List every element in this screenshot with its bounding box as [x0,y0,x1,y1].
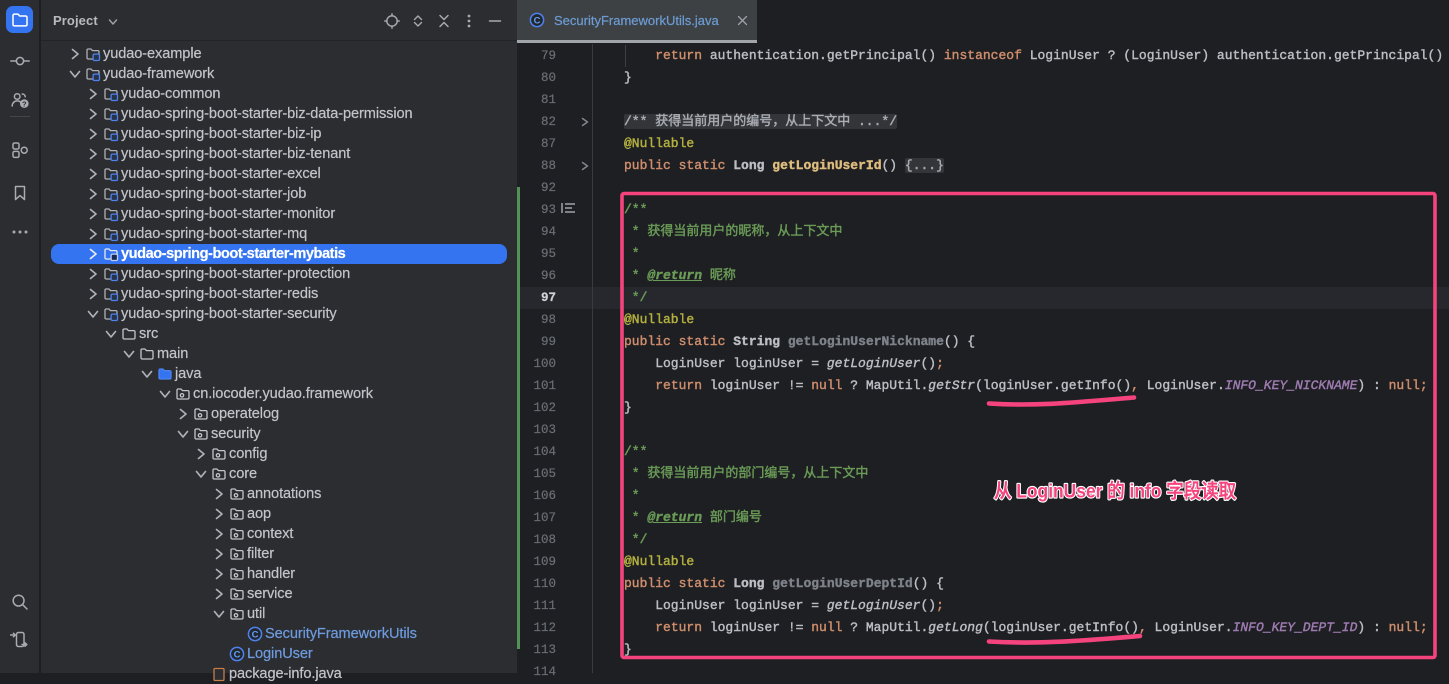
svg-text:从 LoginUser 的 info 字段读取: 从 LoginUser 的 info 字段读取 [994,480,1236,503]
